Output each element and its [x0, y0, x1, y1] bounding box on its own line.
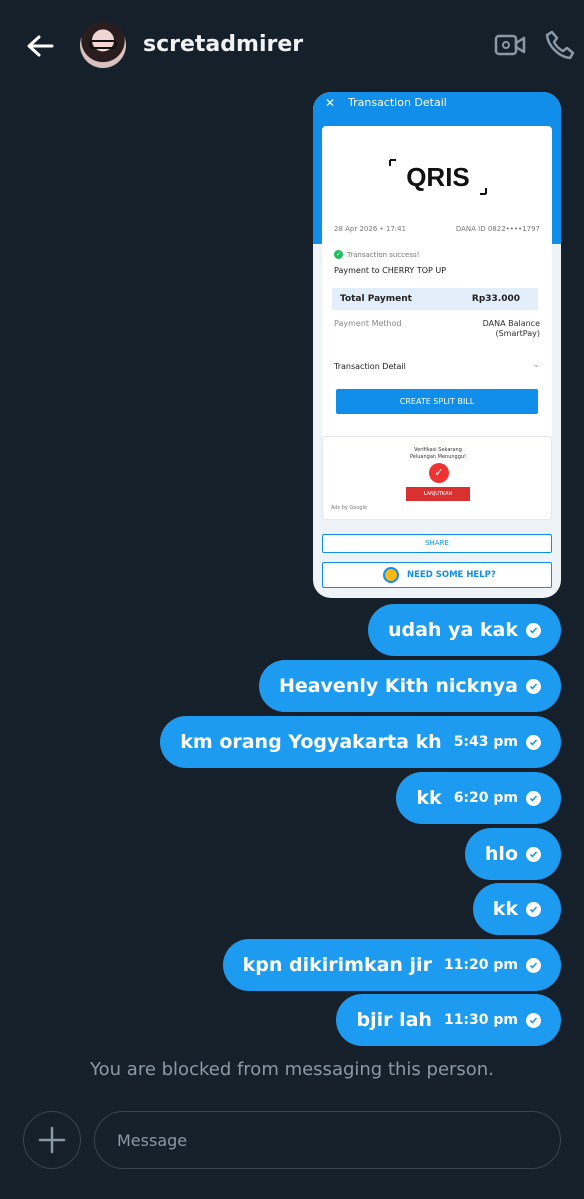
voice-call-button[interactable]	[544, 29, 576, 61]
message-time: 11:30 pm	[443, 1012, 518, 1028]
back-button[interactable]	[22, 28, 58, 64]
payment-method-value-line1: DANA Balance	[482, 319, 540, 328]
add-attachment-button[interactable]	[23, 1111, 81, 1169]
read-receipt-icon	[526, 678, 541, 694]
message-text: hlo	[484, 843, 518, 865]
message-text: bjir lah	[356, 1009, 432, 1031]
ad-attribution: Ads by Google	[331, 505, 368, 511]
chevron-down-icon: ⌄	[532, 360, 540, 370]
help-agent-icon	[383, 567, 399, 583]
payment-recipient: Payment to CHERRY TOP UP	[334, 266, 447, 275]
read-receipt-icon	[526, 901, 541, 917]
message-bubble[interactable]: km orang Yogyakarta kh 5:43 pm	[160, 716, 561, 768]
message-time: 6:20 pm	[453, 790, 518, 806]
ad-title-line2: Peluangan Menunggu!	[409, 454, 467, 460]
read-receipt-icon	[526, 957, 541, 973]
payment-method-label: Payment Method	[334, 319, 402, 328]
message-text: Heavenly Kith nicknya	[278, 675, 518, 697]
message-input[interactable]	[94, 1111, 561, 1169]
message-bubble[interactable]: bjir lah 11:30 pm	[336, 994, 561, 1046]
total-payment-label: Total Payment	[340, 294, 412, 304]
message-text: kk	[416, 787, 442, 809]
receipt-title: Transaction Detail	[348, 96, 447, 109]
read-receipt-icon	[526, 622, 541, 638]
message-text: kk	[492, 898, 518, 920]
transaction-detail-label: Transaction Detail	[334, 362, 406, 371]
read-receipt-icon	[526, 790, 541, 806]
avatar[interactable]	[80, 22, 126, 68]
dana-id: DANA ID 0822••••1797	[455, 225, 540, 233]
phone-icon	[545, 30, 575, 60]
ad-check-icon: ✓	[429, 463, 449, 483]
share-button: SHARE	[322, 534, 552, 553]
plus-icon	[38, 1126, 66, 1154]
message-time: 5:43 pm	[453, 734, 518, 750]
message-bubble[interactable]: udah ya kak	[367, 604, 561, 656]
check-icon: ✓	[334, 250, 343, 259]
blocked-notice: You are blocked from messaging this pers…	[90, 1059, 494, 1080]
video-call-button[interactable]	[494, 30, 526, 60]
conversation-header: scretadmirer	[0, 0, 584, 92]
message-bubble[interactable]: Heavenly Kith nicknya	[258, 660, 561, 712]
ad-title: Verifikasi Sekarang Peluangan Menunggu!	[323, 447, 553, 461]
message-bubble[interactable]: hlo	[464, 828, 561, 880]
message-text: km orang Yogyakarta kh	[180, 731, 442, 753]
total-payment-row: Total Payment Rp33.000	[332, 288, 538, 310]
message-bubble[interactable]: kpn dikirimkan jir 11:20 pm	[222, 939, 561, 991]
message-text: kpn dikirimkan jir	[242, 954, 432, 976]
message-bubble[interactable]: kk 6:20 pm	[396, 772, 561, 824]
message-text: udah ya kak	[387, 619, 518, 641]
help-button: NEED SOME HELP?	[322, 562, 552, 588]
payment-method-value-line2: (SmartPay)	[495, 329, 540, 338]
message-bubble[interactable]: kk	[472, 883, 561, 935]
close-icon: ✕	[325, 96, 336, 110]
payment-method-value: DANA Balance (SmartPay)	[483, 319, 540, 339]
help-label: NEED SOME HELP?	[407, 570, 496, 580]
qris-logo: QRIS	[389, 159, 487, 195]
ad-title-line1: Verifikasi Sekarang	[414, 447, 462, 453]
shared-receipt-image[interactable]: ✕ Transaction Detail QRIS 28 Apr 2026 • …	[313, 92, 561, 598]
message-time: 11:20 pm	[443, 957, 518, 973]
success-status: ✓ Transaction success!	[334, 250, 419, 259]
username[interactable]: scretadmirer	[143, 32, 303, 57]
arrow-left-icon	[27, 35, 54, 57]
success-text: Transaction success!	[347, 250, 420, 259]
read-receipt-icon	[526, 846, 541, 862]
transaction-date: 28 Apr 2026 • 17:41	[334, 225, 407, 233]
total-payment-value: Rp33.000	[471, 294, 520, 304]
ad-banner: Verifikasi Sekarang Peluangan Menunggu! …	[322, 436, 552, 520]
create-split-bill-button: CREATE SPLIT BILL	[336, 389, 538, 414]
svg-text:QRIS: QRIS	[406, 162, 470, 192]
ad-button: LANJUTKAN	[406, 487, 470, 501]
read-receipt-icon	[526, 734, 541, 750]
read-receipt-icon	[526, 1012, 541, 1028]
video-camera-icon	[494, 34, 526, 56]
